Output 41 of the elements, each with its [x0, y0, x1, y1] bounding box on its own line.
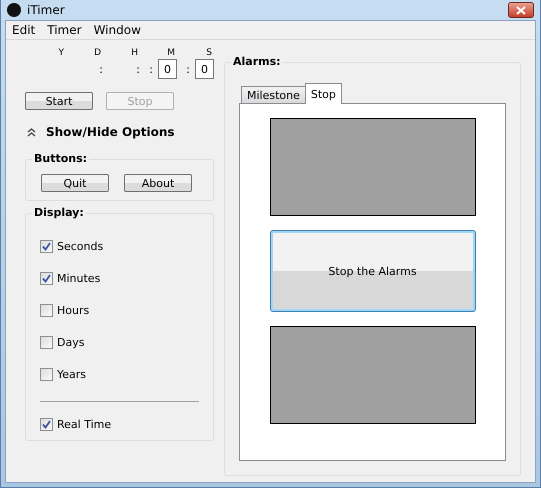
unit-label: D	[94, 48, 101, 58]
checkbox[interactable]	[40, 240, 53, 253]
unit-label: Y	[58, 48, 64, 58]
tab[interactable]: Stop	[304, 83, 342, 104]
colon-separator: :	[186, 62, 190, 76]
window-title: iTimer	[27, 3, 66, 17]
menu-item[interactable]: Edit	[6, 23, 42, 37]
action-button[interactable]: Quit	[41, 174, 109, 192]
app-icon	[7, 3, 21, 17]
checkbox[interactable]	[40, 304, 53, 317]
unit-label: S	[206, 48, 212, 58]
checkbox-option[interactable]: Hours	[40, 304, 205, 317]
colon-separator: :	[149, 62, 153, 76]
colon-separator: :	[136, 62, 140, 76]
menu-item[interactable]: Window	[88, 23, 147, 37]
stop-alarms-button[interactable]: Stop the Alarms	[270, 230, 476, 312]
checkbox[interactable]	[40, 368, 53, 381]
unit-label: H	[131, 48, 138, 58]
checkbox[interactable]	[40, 418, 53, 431]
checkbox-option[interactable]: Days	[40, 336, 205, 349]
checkbox[interactable]	[40, 336, 53, 349]
close-button[interactable]	[508, 2, 534, 18]
time-field[interactable]: 0	[158, 59, 177, 79]
menu-item[interactable]: Timer	[41, 23, 88, 37]
timer-button[interactable]: Start	[25, 92, 93, 110]
tab[interactable]: Milestone	[241, 86, 306, 103]
show-hide-toggle[interactable]: Show/Hide Options	[27, 125, 214, 139]
checkbox-option[interactable]: Real Time	[40, 418, 205, 431]
action-button[interactable]: About	[124, 174, 192, 192]
group-title: Buttons:	[32, 152, 90, 165]
checkbox-option[interactable]: Seconds	[40, 240, 205, 253]
checkbox-option[interactable]: Minutes	[40, 272, 205, 285]
colon-separator: :	[99, 62, 103, 76]
time-field[interactable]: 0	[195, 59, 214, 79]
double-chevron-icon	[27, 128, 36, 136]
group-title: Display:	[32, 206, 86, 219]
unit-label: M	[167, 48, 175, 58]
group-title: Alarms:	[231, 55, 283, 68]
checkbox-option[interactable]: Years	[40, 368, 205, 381]
checkbox[interactable]	[40, 272, 53, 285]
close-icon	[516, 6, 526, 14]
